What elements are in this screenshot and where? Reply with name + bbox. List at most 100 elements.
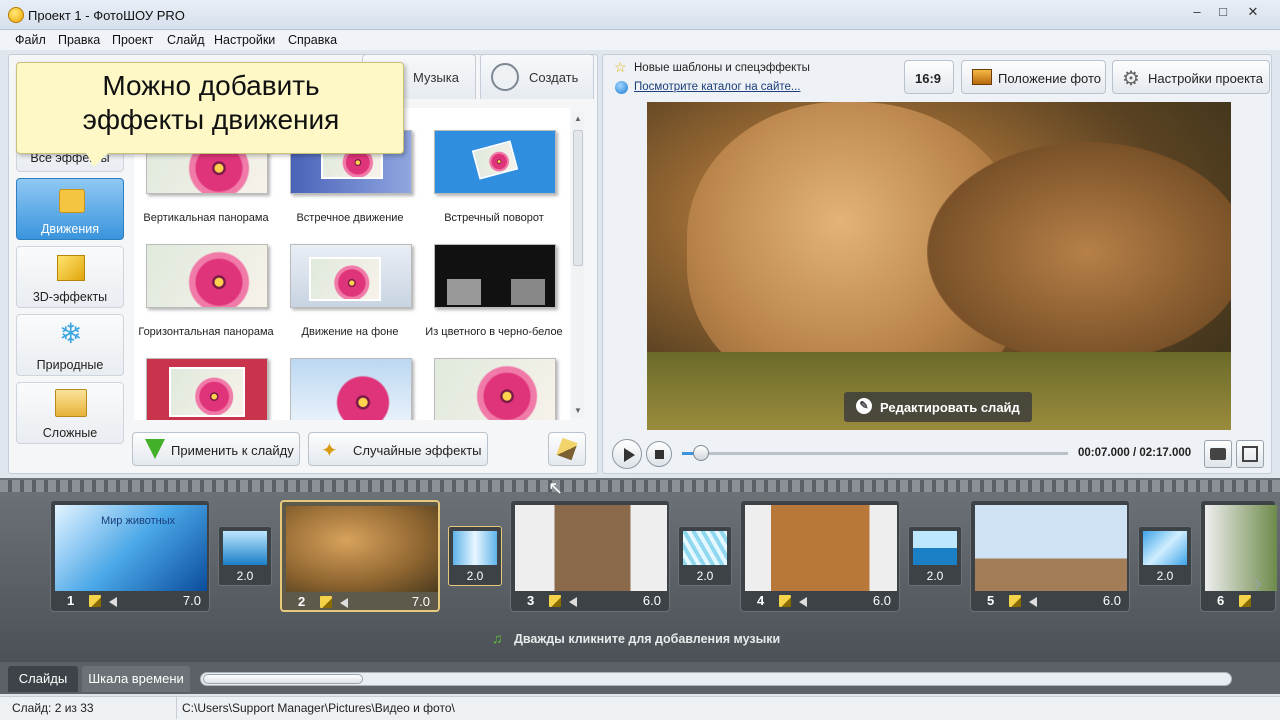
- slide-image: [745, 505, 897, 591]
- app-icon: [8, 7, 24, 23]
- music-hint: Дважды кликните для добавления музыки: [514, 632, 781, 646]
- play-button[interactable]: [612, 439, 642, 469]
- stop-icon: [655, 450, 664, 459]
- menu-settings[interactable]: Настройки: [214, 33, 275, 47]
- tab-timeline[interactable]: Шкала времени: [82, 666, 190, 692]
- category-motion[interactable]: Движения: [16, 178, 124, 240]
- timeline-scrollbar[interactable]: [200, 672, 1232, 686]
- pencil-icon[interactable]: [779, 595, 791, 607]
- menu-help[interactable]: Справка: [288, 33, 337, 47]
- slide-duration: 6.0: [872, 593, 891, 608]
- transition-duration: 2.0: [236, 569, 254, 583]
- slide-duration: 7.0: [411, 594, 430, 609]
- scrollbar-thumb[interactable]: [573, 130, 583, 266]
- transition-2[interactable]: 2.0: [448, 526, 502, 586]
- maximize-button[interactable]: □: [1210, 2, 1236, 22]
- menu-file[interactable]: Файл: [15, 33, 46, 47]
- snapshot-button[interactable]: [1204, 440, 1232, 468]
- transition-1[interactable]: 2.0: [218, 526, 272, 586]
- speaker-icon[interactable]: [569, 597, 577, 607]
- down-arrow-icon: [145, 439, 165, 459]
- effect-caption: Движение на фоне: [301, 326, 399, 338]
- chevron-right-icon[interactable]: ›: [1254, 570, 1261, 596]
- category-nature[interactable]: ❄ Природные: [16, 314, 124, 376]
- slide-thumb-4[interactable]: 4 6.0: [740, 500, 900, 612]
- effect-thumbnail: [434, 130, 556, 194]
- transition-4[interactable]: 2.0: [908, 526, 962, 586]
- music-note-icon: ♫: [492, 630, 503, 646]
- menu-slide[interactable]: Слайд: [167, 33, 205, 47]
- clear-effect-button[interactable]: [548, 432, 586, 466]
- speaker-icon[interactable]: [799, 597, 807, 607]
- seek-handle[interactable]: [693, 445, 710, 461]
- apply-to-slide-button[interactable]: Применить к слайду: [132, 432, 300, 466]
- transition-3[interactable]: 2.0: [678, 526, 732, 586]
- transition-duration: 2.0: [466, 569, 484, 583]
- tab-slides[interactable]: Слайды: [8, 666, 78, 692]
- pencil-icon[interactable]: [1239, 595, 1251, 607]
- minimize-button[interactable]: –: [1184, 2, 1210, 22]
- film-perforation: [0, 480, 1280, 492]
- edit-slide-button[interactable]: ✎ Редактировать слайд: [844, 392, 1032, 422]
- slide-caption: Мир животных: [101, 515, 176, 527]
- slide-thumb-3[interactable]: 3 6.0: [510, 500, 670, 612]
- seek-track[interactable]: [682, 445, 1068, 461]
- transition-5[interactable]: 2.0: [1138, 526, 1192, 586]
- scroll-up-icon[interactable]: ▲: [574, 114, 582, 123]
- slide-number: 4: [757, 593, 765, 608]
- slide-number: 1: [67, 593, 75, 608]
- category-complex[interactable]: Сложные: [16, 382, 124, 444]
- slide-thumb-6[interactable]: 6: [1200, 500, 1277, 612]
- effect-caption: Вертикальная панорама: [143, 212, 269, 224]
- pencil-icon[interactable]: [549, 595, 561, 607]
- apply-to-slide-label: Применить к слайду: [171, 443, 294, 458]
- slide-thumb-5[interactable]: 5 6.0: [970, 500, 1130, 612]
- hint-tooltip: Можно добавить эффекты движения: [16, 62, 404, 154]
- transition-thumbnail: [223, 531, 267, 565]
- speaker-icon[interactable]: [1029, 597, 1037, 607]
- catalog-link[interactable]: Посмотрите каталог на сайте...: [634, 81, 801, 93]
- effect-caption: Горизонтальная панорама: [138, 326, 274, 338]
- slide-duration: 7.0: [182, 593, 201, 608]
- tooltip-tail: [86, 153, 108, 167]
- slide-thumb-1[interactable]: Мир животных 1 7.0: [50, 500, 210, 612]
- title-bar: Проект 1 - ФотоШОУ PRO – □ ✕: [0, 0, 1280, 30]
- pencil-icon[interactable]: [320, 596, 332, 608]
- pencil-icon[interactable]: [1009, 595, 1021, 607]
- effects-gallery: Вертикальная панорама Встречное движение…: [134, 108, 570, 420]
- effect-caption: Встречное движение: [296, 212, 404, 224]
- category-3d[interactable]: 3D-эффекты: [16, 246, 124, 308]
- speaker-icon[interactable]: [109, 597, 117, 607]
- timeline-scrollbar-thumb[interactable]: [203, 674, 363, 684]
- stop-button[interactable]: [646, 441, 672, 467]
- random-effects-button[interactable]: ✦ Случайные эффекты: [308, 432, 488, 466]
- pencil-icon[interactable]: [89, 595, 101, 607]
- effect-thumbnail: [290, 358, 412, 420]
- slide-duration: 6.0: [1102, 593, 1121, 608]
- project-settings-label: Настройки проекта: [1148, 71, 1263, 86]
- speaker-icon[interactable]: [340, 598, 348, 608]
- scroll-down-icon[interactable]: ▼: [574, 406, 582, 415]
- menu-project[interactable]: Проект: [112, 33, 153, 47]
- aspect-ratio-label: 16:9: [915, 71, 942, 86]
- tab-create[interactable]: Создать: [480, 54, 594, 99]
- slide-thumb-2[interactable]: 2 7.0: [280, 500, 440, 612]
- photo-icon: [972, 69, 992, 85]
- gallery-scrollbar[interactable]: ▲ ▼: [572, 112, 584, 418]
- slide-image: [1205, 505, 1277, 591]
- transition-duration: 2.0: [926, 569, 944, 583]
- project-settings-button[interactable]: ⚙ Настройки проекта: [1112, 60, 1270, 94]
- music-track[interactable]: ♫ Дважды кликните для добавления музыки: [50, 626, 1240, 650]
- status-bar: Слайд: 2 из 33 C:\Users\Support Manager\…: [0, 696, 1280, 720]
- photo-position-button[interactable]: Положение фото: [961, 60, 1106, 94]
- menu-edit[interactable]: Правка: [58, 33, 100, 47]
- status-slide-count: Слайд: 2 из 33: [12, 701, 94, 715]
- aspect-ratio-button[interactable]: 16:9: [904, 60, 954, 94]
- close-button[interactable]: ✕: [1240, 2, 1266, 22]
- fullscreen-button[interactable]: [1236, 440, 1264, 468]
- tab-create-label: Создать: [529, 70, 579, 85]
- motion-icon: [59, 189, 85, 213]
- pencil-icon: ✎: [856, 398, 872, 414]
- slide-duration: 6.0: [642, 593, 661, 608]
- category-complex-label: Сложные: [42, 426, 98, 440]
